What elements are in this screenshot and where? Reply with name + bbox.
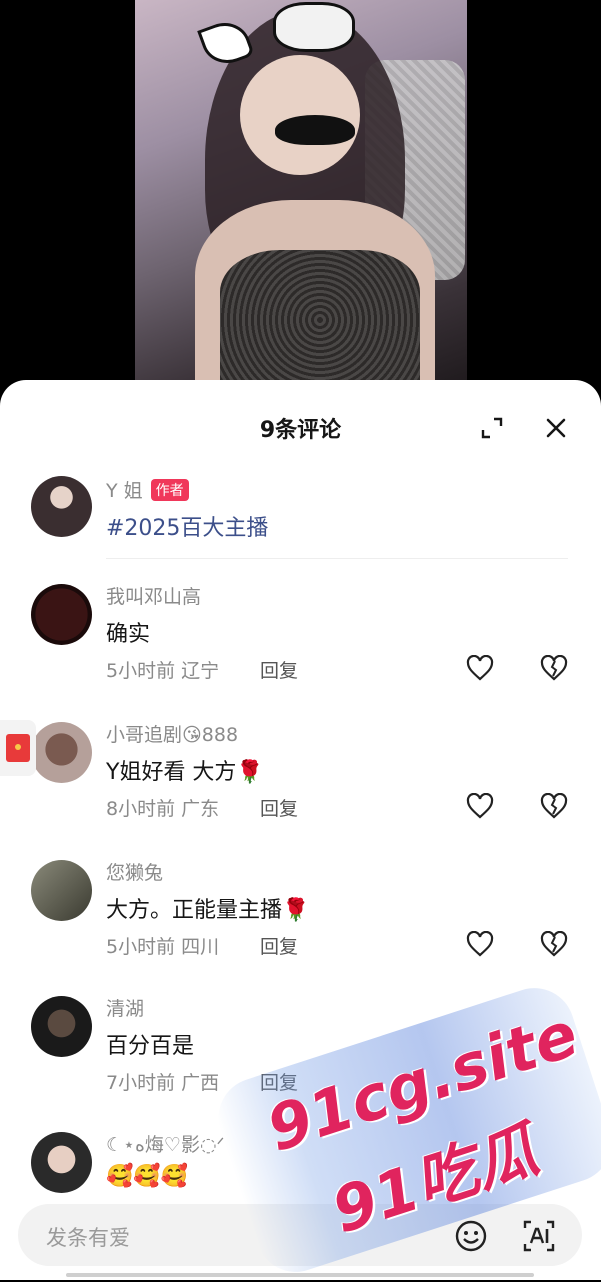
reply-button[interactable]: 回复 [260,932,298,959]
comment-author-name[interactable]: 小哥追剧😘888 [106,720,238,747]
list-item: ☾⋆ه烸♡影◌ᐟ 🥰🥰🥰 [0,1130,601,1200]
ai-icon[interactable] [522,1219,556,1253]
red-packet-icon [6,734,30,762]
comment-sheet-header: 9条评论 [0,380,601,476]
comment-author-name[interactable]: 您獭兔 [106,858,163,885]
avatar[interactable] [31,722,92,783]
avatar[interactable] [31,996,92,1057]
author-badge: 作者 [150,479,189,501]
comment-text[interactable]: 大方。正能量主播🌹 [106,892,309,924]
comment-author-name[interactable]: ☾⋆ه烸♡影◌ᐟ [106,1130,225,1157]
comment-text[interactable]: Y姐好看 大方🌹 [106,754,264,786]
comment-input[interactable]: 发条有爱 [18,1204,582,1266]
avatar[interactable] [31,1132,92,1193]
reply-button[interactable]: 回复 [260,794,298,821]
comment-author-name[interactable]: 我叫邓山高 [106,582,201,609]
comment-time-location: 5小时前 辽宁 [106,660,220,682]
divider [106,558,568,559]
expand-icon[interactable] [480,416,504,440]
reply-button[interactable]: 回复 [260,1068,298,1095]
video-area[interactable] [0,0,601,400]
video-frame[interactable] [135,0,467,385]
comment-time-location: 8小时前 广东 [106,798,220,820]
list-item: 小哥追剧😘888 Y姐好看 大方🌹 8小时前 广东 回复 [0,720,601,830]
heart-icon[interactable] [466,793,494,819]
list-item: 清湖 百分百是 7小时前 广西 回复 [0,994,601,1104]
list-item: 我叫邓山高 确实 5小时前 辽宁 回复 [0,582,601,692]
red-packet-button[interactable] [0,720,36,776]
author-comment[interactable]: Y 姐作者 #2025百大主播 [0,472,601,562]
mustache-sticker [275,115,355,145]
comment-author-name[interactable]: 清湖 [106,994,144,1021]
comment-text[interactable]: 🥰🥰🥰 [106,1164,188,1189]
comment-author-name[interactable]: Y 姐作者 [106,476,189,503]
broken-heart-icon[interactable] [540,793,568,819]
lace-top [220,250,420,385]
comment-text[interactable]: 确实 [106,616,150,648]
red-packet-dot [15,744,21,750]
reply-button[interactable]: 回复 [260,656,298,683]
emoji-icon[interactable] [454,1219,488,1253]
comment-input-placeholder: 发条有爱 [46,1226,130,1250]
avatar[interactable] [31,476,92,537]
close-icon[interactable] [544,416,568,440]
comment-text[interactable]: 百分百是 [106,1028,194,1060]
comment-sheet: 9条评论 Y 姐作者 #2025百大主播 我叫邓山高 确实 5小时前 辽宁 回复 [0,380,601,1280]
heart-icon[interactable] [466,655,494,681]
avatar[interactable] [31,584,92,645]
list-item: 您獭兔 大方。正能量主播🌹 5小时前 四川 回复 [0,858,601,968]
broken-heart-icon[interactable] [540,931,568,957]
heart-icon[interactable] [466,931,494,957]
home-indicator [66,1273,534,1277]
comment-count-title: 9条评论 [259,418,342,443]
comment-time-location: 5小时前 四川 [106,936,220,958]
comment-time-location: 7小时前 广西 [106,1072,220,1094]
bow-sticker [273,2,355,52]
broken-heart-icon[interactable] [540,655,568,681]
comment-text[interactable]: #2025百大主播 [106,510,268,542]
avatar[interactable] [31,860,92,921]
